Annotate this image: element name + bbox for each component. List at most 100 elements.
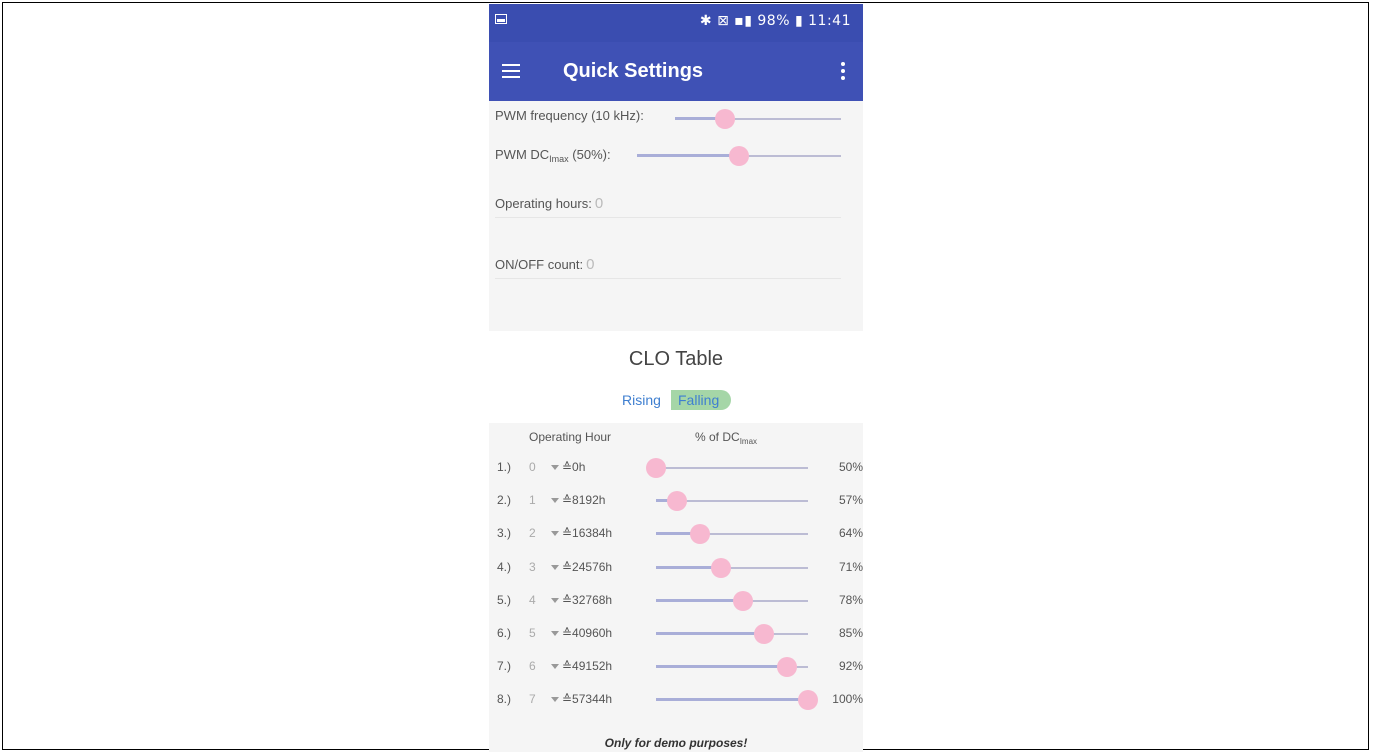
row-index: 3.) (497, 526, 512, 541)
operating-hours-label: Operating hours: (495, 196, 592, 211)
row-hours: ≙24576h (562, 559, 613, 574)
clo-table-row: 5.) 4 ≙32768h 78% (489, 589, 863, 611)
slider-thumb[interactable] (732, 590, 753, 611)
operating-hours-value: 0 (594, 195, 604, 212)
dropdown-arrow-icon[interactable] (551, 465, 559, 470)
dropdown-arrow-icon[interactable] (551, 664, 559, 670)
picture-notification-icon (495, 14, 507, 24)
pwm-dc-label-suffix: (50%): (568, 147, 611, 162)
row-percent: 71% (838, 559, 863, 574)
row-percent: 92% (838, 659, 863, 674)
slider-fill (637, 154, 739, 157)
slider-fill (656, 632, 764, 635)
dropdown-arrow-icon[interactable] (551, 631, 559, 636)
row-dc-slider[interactable] (656, 524, 808, 545)
toggle-rising[interactable]: Rising (622, 390, 661, 410)
row-index: 7.) (497, 659, 512, 674)
pwm-frequency-label: PWM frequency (10 kHz): (495, 108, 644, 123)
row-percent: 50% (838, 460, 863, 474)
row-number: 5 (529, 626, 536, 640)
row-dc-slider[interactable] (656, 590, 808, 611)
clo-table-title: CLO Table (628, 348, 724, 370)
more-vert-icon[interactable] (841, 62, 845, 80)
slider-thumb[interactable] (646, 458, 666, 478)
row-dc-slider[interactable] (656, 557, 808, 578)
slider-thumb[interactable] (714, 109, 735, 129)
pwm-dc-label: PWM DCImax (50%): (495, 147, 611, 164)
col-dc-imax: % of DCImax (695, 430, 757, 446)
row-index: 5.) (497, 592, 512, 607)
slider-track (656, 467, 808, 469)
dropdown-arrow-icon[interactable] (551, 564, 559, 570)
status-time: 11:41 (808, 13, 851, 29)
row-number: 4 (529, 592, 536, 607)
dropdown-arrow-icon[interactable] (551, 498, 559, 504)
row-hours: ≙40960h (562, 626, 613, 640)
row-hours: ≙49152h (562, 659, 613, 674)
dropdown-arrow-icon[interactable] (551, 531, 559, 537)
row-percent: 85% (838, 626, 863, 640)
row-percent: 78% (838, 592, 863, 607)
clo-table-row: 8.) 7 ≙57344h 100% (489, 688, 863, 711)
onoff-count-value: 0 (586, 256, 595, 273)
onoff-count-field[interactable]: ON/OFF count: 0 (495, 256, 594, 273)
clo-table-row: 4.) 3 ≙24576h 71% (489, 556, 863, 578)
row-number: 1 (529, 493, 536, 508)
slider-thumb[interactable] (798, 690, 818, 711)
clo-table-row: 2.) 1 ≙8192h 57% (489, 489, 863, 512)
row-number: 7 (529, 692, 536, 707)
row-dc-slider[interactable] (646, 458, 808, 478)
row-dc-slider[interactable] (656, 491, 808, 512)
row-number: 6 (529, 659, 536, 674)
slider-thumb[interactable] (690, 524, 711, 545)
slider-thumb[interactable] (753, 624, 774, 644)
row-index: 8.) (497, 692, 512, 707)
row-hours: ≙57344h (562, 692, 613, 707)
slider-fill (656, 598, 743, 602)
dropdown-arrow-icon[interactable] (551, 597, 559, 603)
row-number: 3 (529, 559, 536, 574)
col-dc-sub: Imax (739, 437, 758, 446)
row-dc-slider[interactable] (656, 624, 808, 644)
slider-fill (656, 665, 787, 669)
col-dc-prefix: % of DC (695, 430, 740, 444)
status-icons-text: ✱ ⊠ ▪▮ 98% (699, 13, 791, 29)
row-number: 0 (529, 460, 536, 474)
row-index: 4.) (497, 559, 512, 574)
clo-table-row: 6.) 5 ≙40960h 85% (489, 622, 863, 644)
slider-thumb[interactable] (729, 146, 749, 166)
app-bar: Quick Settings (489, 42, 863, 101)
row-dc-slider[interactable] (656, 657, 808, 678)
slider-thumb[interactable] (711, 557, 732, 578)
pwm-dc-slider[interactable] (637, 146, 841, 166)
row-index: 2.) (497, 493, 512, 508)
onoff-count-label: ON/OFF count: (495, 257, 584, 272)
toggle-falling[interactable]: Falling (671, 390, 731, 410)
dropdown-arrow-icon[interactable] (551, 697, 559, 703)
onoff-count-underline (495, 278, 841, 279)
phone-screen: ✱ ⊠ ▪▮ 98% ▮ 11:41 Quick Settings PWM fr… (489, 4, 863, 752)
demo-footer: Only for demo purposes! (604, 736, 748, 750)
status-icons: ✱ ⊠ ▪▮ 98% ▮ 11:41 (700, 13, 851, 29)
hamburger-menu-icon[interactable] (502, 64, 520, 78)
app-title: Quick Settings (563, 60, 704, 82)
row-dc-slider[interactable] (656, 690, 818, 711)
row-index: 6.) (497, 626, 512, 640)
battery-icon: ▮ (794, 13, 804, 29)
pwm-dc-label-sub: Imax (549, 154, 569, 164)
row-percent: 100% (832, 692, 863, 707)
row-hours: ≙16384h (562, 526, 613, 541)
clo-table-row: 3.) 2 ≙16384h 64% (489, 522, 863, 545)
pwm-frequency-slider[interactable] (675, 109, 841, 129)
slider-fill (656, 698, 808, 702)
row-percent: 57% (838, 493, 863, 508)
operating-hours-underline (495, 217, 841, 218)
row-hours: ≙0h (562, 460, 586, 474)
row-percent: 64% (838, 526, 863, 541)
row-number: 2 (529, 526, 536, 541)
slider-thumb[interactable] (667, 491, 688, 512)
status-bar: ✱ ⊠ ▪▮ 98% ▮ 11:41 (489, 4, 863, 42)
operating-hours-field[interactable]: Operating hours: 0 (495, 195, 603, 212)
clo-table-row: 1.) 0 ≙0h 50% (489, 456, 863, 478)
slider-thumb[interactable] (776, 657, 797, 678)
